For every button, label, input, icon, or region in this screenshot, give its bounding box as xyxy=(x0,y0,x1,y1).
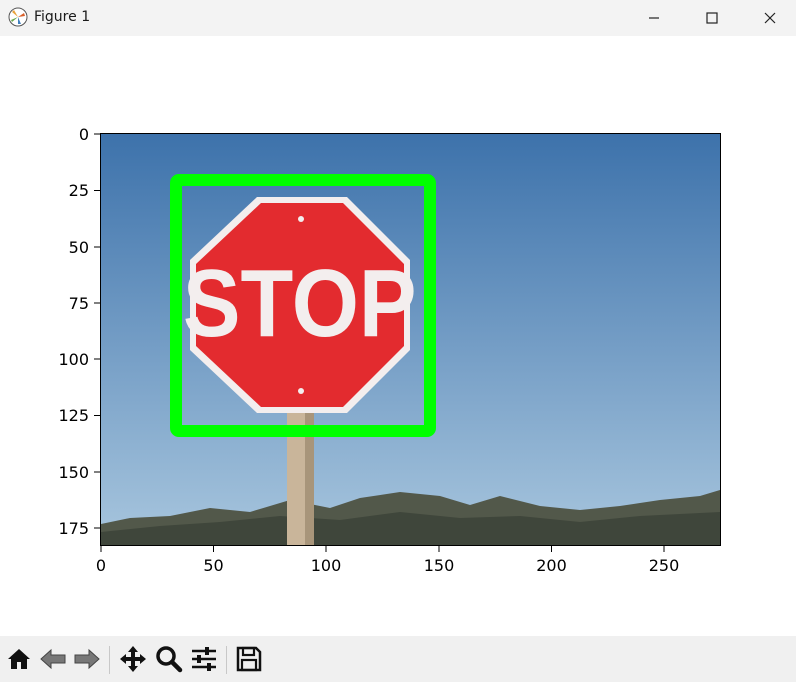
figure-canvas[interactable]: STOP 0 25 50 75 100 125 150 175 0 50 100… xyxy=(0,36,796,636)
x-tick-label: 100 xyxy=(311,556,342,575)
title-bar: Figure 1 xyxy=(0,0,796,36)
save-button[interactable] xyxy=(234,644,264,674)
configure-subplots-icon xyxy=(192,647,216,671)
x-axis: 0 50 100 150 200 250 xyxy=(96,546,679,575)
x-tick-label: 50 xyxy=(203,556,223,575)
forward-button[interactable] xyxy=(72,644,102,674)
x-tick-label: 0 xyxy=(96,556,106,575)
toolbar-separator xyxy=(226,646,227,674)
close-icon xyxy=(764,12,776,24)
configure-subplots-button[interactable] xyxy=(189,644,219,674)
minimize-icon xyxy=(649,17,659,19)
y-tick-label: 150 xyxy=(58,463,89,482)
toolbar-separator xyxy=(109,646,110,674)
y-tick-label: 125 xyxy=(58,406,89,425)
pan-button[interactable] xyxy=(118,644,148,674)
y-tick-label: 0 xyxy=(79,125,89,144)
y-tick-label: 25 xyxy=(69,181,89,200)
maximize-icon xyxy=(706,12,718,24)
sign-bolt-top xyxy=(298,216,304,222)
forward-icon xyxy=(74,648,100,670)
y-tick-label: 75 xyxy=(69,294,89,313)
back-button[interactable] xyxy=(38,644,68,674)
minimize-button[interactable] xyxy=(625,0,683,36)
maximize-button[interactable] xyxy=(683,0,741,36)
navigation-toolbar xyxy=(0,636,796,682)
sign-post-shadow xyxy=(305,400,314,545)
y-tick-label: 100 xyxy=(58,350,89,369)
stop-sign-text: STOP xyxy=(183,250,417,357)
y-tick-label: 50 xyxy=(69,238,89,257)
sign-bolt-bottom xyxy=(298,388,304,394)
y-axis: 0 25 50 75 100 125 150 175 xyxy=(58,125,100,538)
close-button[interactable] xyxy=(741,0,796,36)
x-tick-label: 250 xyxy=(649,556,680,575)
home-button[interactable] xyxy=(4,644,34,674)
pan-icon xyxy=(120,646,146,672)
x-tick-label: 150 xyxy=(424,556,455,575)
image-content: STOP xyxy=(101,134,720,545)
home-icon xyxy=(8,649,30,669)
x-tick-label: 200 xyxy=(536,556,567,575)
window-title: Figure 1 xyxy=(34,9,91,25)
y-tick-label: 175 xyxy=(58,519,89,538)
zoom-icon xyxy=(156,646,183,673)
save-icon xyxy=(236,646,262,672)
matplotlib-app-icon xyxy=(8,7,28,27)
zoom-button[interactable] xyxy=(154,644,184,674)
back-icon xyxy=(40,648,66,670)
